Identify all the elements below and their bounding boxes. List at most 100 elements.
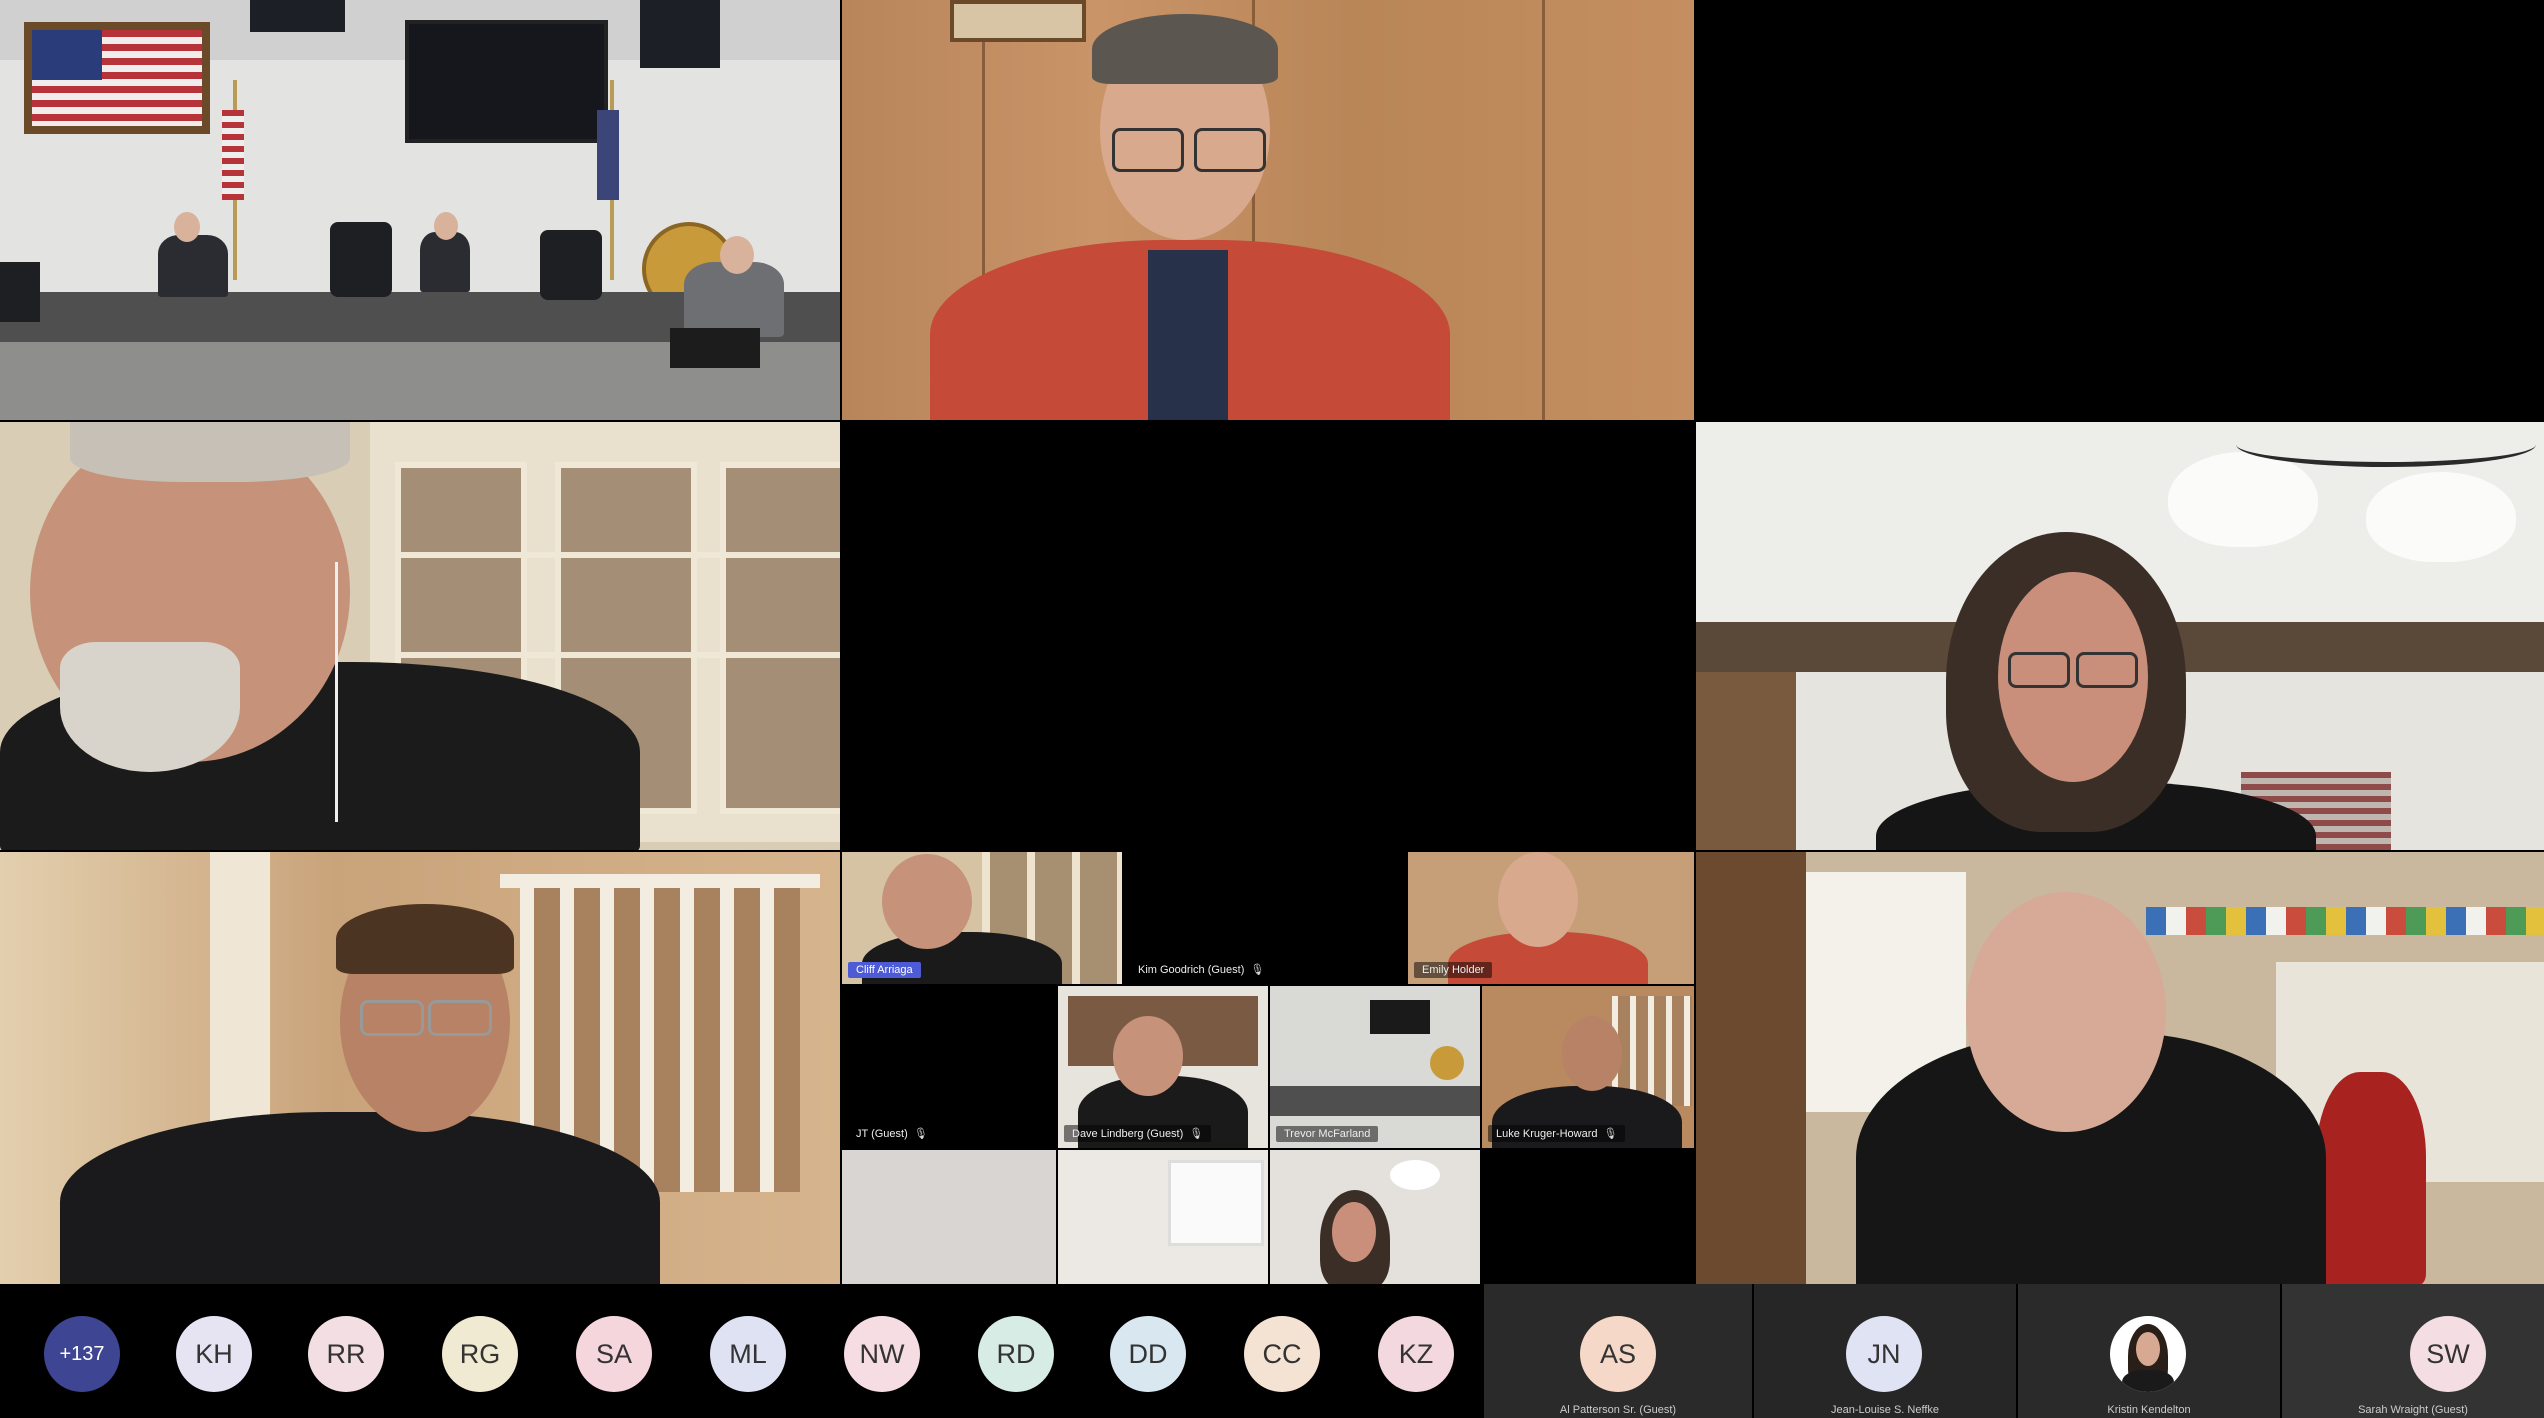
roster-card[interactable]: Kristin Kendelton	[2018, 1284, 2280, 1418]
video-tile-small[interactable]: Trevor McFarland	[1270, 986, 1480, 1148]
person-head	[1966, 892, 2166, 1132]
video-tile-small[interactable]: Luke Kruger-Howard 🎙	[1482, 986, 1694, 1148]
video-tile-small[interactable]	[1058, 1150, 1268, 1284]
participant-avatar[interactable]: RR	[308, 1316, 384, 1392]
participant-name-label: Kim Goodrich (Guest) 🎙	[1130, 961, 1273, 978]
video-tile-small[interactable]: Dave Lindberg (Guest) 🎙	[1058, 986, 1268, 1148]
pole-flag	[597, 110, 619, 200]
participant-avatar: AS	[1580, 1316, 1656, 1392]
muted-mic-icon: 🎙	[913, 1128, 928, 1140]
wall-window	[250, 0, 345, 32]
muted-mic-icon: 🎙	[1250, 964, 1265, 976]
laptop	[670, 328, 760, 368]
shelf	[395, 652, 840, 658]
glasses	[1194, 128, 1266, 172]
person-shirt	[1148, 250, 1228, 420]
video-tile-council-room[interactable]	[0, 0, 840, 420]
person-head	[1562, 1016, 1622, 1091]
lamp-shade	[1390, 1160, 1440, 1190]
participant-avatar[interactable]: SA	[576, 1316, 652, 1392]
participant-roster: +137 KH RR RG SA ML NW RD DD CC KZ AS Al…	[0, 1284, 2544, 1418]
wall-window	[640, 0, 720, 68]
video-tile-small[interactable]	[1482, 1150, 1694, 1284]
person-head	[882, 854, 972, 949]
wall	[1696, 852, 1806, 1284]
photo-torso	[2122, 1370, 2174, 1392]
participant-name-label: Dave Lindberg (Guest) 🎙	[1064, 1125, 1212, 1142]
participant-avatar[interactable]: RG	[442, 1316, 518, 1392]
participant-avatar: SW	[2410, 1316, 2486, 1392]
participant-name: Luke Kruger-Howard	[1496, 1128, 1598, 1140]
participant-avatar[interactable]: KZ	[1378, 1316, 1454, 1392]
person-hair	[70, 422, 350, 482]
participant-avatar[interactable]: NW	[844, 1316, 920, 1392]
prayer-flags	[2146, 907, 2544, 935]
participant-photo	[2110, 1316, 2186, 1392]
muted-mic-icon: 🎙	[1189, 1128, 1204, 1140]
person-hair	[336, 904, 514, 974]
video-tile-small[interactable]: JT (Guest) 🎙	[842, 986, 1056, 1148]
participant-name-label: Cliff Arriaga	[848, 962, 921, 978]
participant-avatar[interactable]: ML	[710, 1316, 786, 1392]
video-tile-small[interactable]: Kim Goodrich (Guest) 🎙	[1124, 852, 1406, 984]
stair-rail-top	[500, 874, 820, 888]
video-tile-participant[interactable]	[0, 422, 840, 850]
lamp-arm	[2236, 422, 2536, 467]
chair	[0, 262, 40, 322]
video-tile-empty[interactable]	[1696, 0, 2544, 420]
shelf	[395, 552, 840, 558]
muted-mic-icon: 🎙	[1603, 1128, 1618, 1140]
window	[1168, 1160, 1264, 1246]
video-tile-small[interactable]: Emily Holder	[1408, 852, 1694, 984]
glasses	[2008, 652, 2070, 688]
participant-avatar[interactable]: RD	[978, 1316, 1054, 1392]
beard	[60, 642, 240, 772]
participant-name: Kristin Kendelton	[2107, 1404, 2191, 1416]
participant-name: JT (Guest)	[856, 1128, 908, 1140]
chair	[540, 230, 602, 300]
participant-name: Sarah Wraight (Guest)	[2358, 1404, 2468, 1416]
person-head	[434, 212, 458, 240]
participant-avatar[interactable]: DD	[1110, 1316, 1186, 1392]
participant-name: Al Patterson Sr. (Guest)	[1559, 1404, 1677, 1416]
video-tile-participant[interactable]	[842, 0, 1694, 420]
participant-name-label: Emily Holder	[1414, 962, 1493, 978]
roster-card[interactable]: AS Al Patterson Sr. (Guest)	[1484, 1284, 1752, 1418]
person-head	[1332, 1202, 1376, 1262]
video-tile-empty[interactable]	[842, 422, 1694, 850]
earbud-cable	[335, 562, 338, 822]
glasses	[1112, 128, 1184, 172]
wall-monitor	[405, 20, 608, 143]
video-tile-small[interactable]	[1270, 1150, 1480, 1284]
participant-name: Kim Goodrich (Guest)	[1138, 964, 1245, 976]
roster-card[interactable]: JN Jean-Louise S. Neffke	[1754, 1284, 2016, 1418]
person	[158, 235, 228, 297]
glasses	[428, 1000, 492, 1036]
person-head	[1113, 1016, 1183, 1096]
lamp-shade	[2366, 472, 2516, 562]
state-seal	[1430, 1046, 1464, 1080]
glasses	[360, 1000, 424, 1036]
roster-card[interactable]: SW Sarah Wraight (Guest)	[2282, 1284, 2544, 1418]
person-torso	[60, 1112, 660, 1284]
dais-desk	[1270, 1086, 1480, 1116]
glasses	[2076, 652, 2138, 688]
video-tile-small[interactable]: Cliff Arriaga	[842, 852, 1122, 984]
photo-face	[2136, 1332, 2160, 1366]
video-tile-small[interactable]	[842, 1150, 1056, 1284]
lamp-shade	[2168, 452, 2318, 547]
person-head	[1498, 852, 1578, 947]
video-tile-participant[interactable]	[1696, 852, 2544, 1284]
participant-name-label: Trevor McFarland	[1276, 1126, 1379, 1142]
video-tile-participant[interactable]	[0, 852, 840, 1284]
participant-name: Jean-Louise S. Neffke	[1830, 1404, 1940, 1416]
participant-avatar[interactable]: KH	[176, 1316, 252, 1392]
video-tile-participant[interactable]	[1696, 422, 2544, 850]
person-hair	[1092, 14, 1278, 84]
wall-monitor	[1370, 1000, 1430, 1034]
person	[420, 232, 470, 292]
more-participants-button[interactable]: +137	[44, 1316, 120, 1392]
participant-name-label: Luke Kruger-Howard 🎙	[1488, 1125, 1626, 1142]
pole-flag	[222, 110, 244, 200]
participant-avatar[interactable]: CC	[1244, 1316, 1320, 1392]
